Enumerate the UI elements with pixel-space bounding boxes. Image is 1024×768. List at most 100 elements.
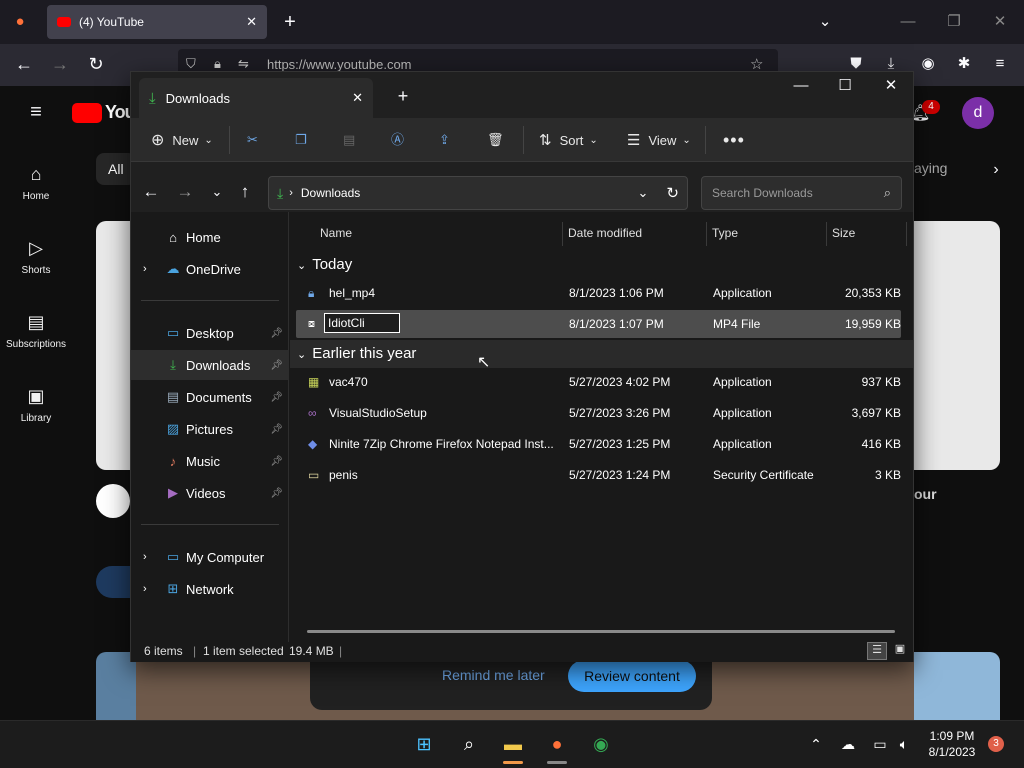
copy-icon[interactable]: ❐ xyxy=(295,128,307,152)
details-view-icon[interactable]: ☰ xyxy=(867,642,887,660)
sort-button[interactable]: ⇅ Sort ⌄ xyxy=(539,128,598,152)
remind-later-button[interactable]: Remind me later xyxy=(442,667,545,683)
file-row[interactable]: ∞ VisualStudioSetup 5/27/2023 3:26 PM Ap… xyxy=(296,399,901,427)
column-header-date[interactable]: Date modified xyxy=(568,226,642,240)
taskbar-clock[interactable]: 1:09 PM 8/1/2023 xyxy=(920,728,984,760)
explorer-new-tab-icon[interactable]: + xyxy=(393,86,413,106)
firefox-icon[interactable]: ● xyxy=(10,12,30,32)
file-row[interactable]: ▭ penis 5/27/2023 1:24 PM Security Certi… xyxy=(296,461,901,489)
close-tab-icon[interactable]: ✕ xyxy=(246,14,257,30)
file-row[interactable]: 🔒︎ hel_mp4 8/1/2023 1:06 PM Application … xyxy=(296,279,901,307)
yt-avatar[interactable]: d xyxy=(962,97,994,129)
column-divider[interactable] xyxy=(562,222,563,246)
youtube-logo[interactable] xyxy=(72,103,102,123)
column-divider[interactable] xyxy=(826,222,827,246)
notification-center-badge[interactable]: 3 xyxy=(988,736,1004,752)
nav-item-home[interactable]: ⌂ Home xyxy=(131,222,289,252)
column-divider[interactable] xyxy=(906,222,907,246)
minimize-window-icon[interactable]: — xyxy=(898,12,918,32)
reload-icon[interactable]: ↻ xyxy=(86,54,106,74)
column-header-type[interactable]: Type xyxy=(712,226,738,240)
column-header-name[interactable]: Name xyxy=(320,226,352,240)
close-tab-icon[interactable]: ✕ xyxy=(352,90,363,106)
yt-card-right[interactable] xyxy=(914,221,1000,470)
account-icon[interactable]: ◉ xyxy=(918,54,938,74)
forward-arrow-icon[interactable]: → xyxy=(50,54,70,74)
expand-chevron-icon[interactable]: › xyxy=(143,551,147,563)
search-icon[interactable]: ⌕ xyxy=(884,185,891,201)
nav-item-downloads[interactable]: ⤓ Downloads 📌︎ xyxy=(131,350,289,380)
group-header-today[interactable]: ⌄ Today xyxy=(297,256,352,273)
delete-trash-icon[interactable]: 🗑︎ xyxy=(487,128,504,152)
column-divider[interactable] xyxy=(706,222,707,246)
nav-item-pictures[interactable]: ▨ Pictures 📌︎ xyxy=(131,414,289,444)
search-icon[interactable]: ⌕ xyxy=(455,730,483,758)
yt-thumbnail-right[interactable] xyxy=(914,652,1000,720)
new-tab-icon[interactable]: + xyxy=(280,12,300,32)
restore-window-icon[interactable]: ❐ xyxy=(944,12,964,32)
lock-icon[interactable]: 🔒︎ xyxy=(214,56,221,72)
yt-chip-partial[interactable]: aying xyxy=(914,160,947,176)
explorer-close-icon[interactable]: ✕ xyxy=(881,76,901,96)
rename-input[interactable]: IdiotCli xyxy=(324,313,400,333)
youtube-menu-icon[interactable]: ≡ xyxy=(24,102,48,122)
nav-item-videos[interactable]: ▶ Videos 📌︎ xyxy=(131,478,289,508)
view-button[interactable]: ☰ View ⌄ xyxy=(627,128,691,152)
back-arrow-icon[interactable]: ← xyxy=(141,182,161,202)
explorer-maximize-icon[interactable]: ☐ xyxy=(835,76,855,96)
nav-item-documents[interactable]: ▤ Documents 📌︎ xyxy=(131,382,289,412)
review-content-button[interactable]: Review content xyxy=(568,660,696,692)
search-input[interactable]: Search Downloads ⌕ xyxy=(701,176,902,210)
show-hidden-icons-chevron-up-icon[interactable]: ⌃ xyxy=(802,730,830,758)
nav-item-music[interactable]: ♪ Music 📌︎ xyxy=(131,446,289,476)
nav-item-onedrive[interactable]: › ☁ OneDrive xyxy=(131,254,289,284)
yt-sidebar-home[interactable]: ⌂ Home xyxy=(0,164,72,202)
address-bar[interactable]: ⤓ › Downloads ⌄ ↻ xyxy=(268,176,688,210)
chrome-avatar[interactable] xyxy=(96,484,130,518)
nav-item-desktop[interactable]: ▭ Desktop 📌︎ xyxy=(131,318,289,348)
up-arrow-icon[interactable]: ↑ xyxy=(235,182,255,202)
volume-icon[interactable]: 🔈︎ xyxy=(890,730,918,758)
explorer-minimize-icon[interactable]: — xyxy=(791,76,811,96)
browser-tab-youtube[interactable]: (4) YouTube ✕ xyxy=(47,5,267,39)
horizontal-scrollbar[interactable] xyxy=(307,630,895,633)
yt-sidebar-subscriptions[interactable]: ▤ Subscriptions xyxy=(0,312,72,350)
list-tabs-chevron-down-icon[interactable]: ⌄ xyxy=(815,12,835,32)
file-row-selected[interactable]: ⧇ IdiotCli 8/1/2023 1:07 PM MP4 File 19,… xyxy=(296,310,901,338)
chips-chevron-right-icon[interactable]: › xyxy=(986,160,1006,180)
file-row[interactable]: ◆ Ninite 7Zip Chrome Firefox Notepad Ins… xyxy=(296,430,901,458)
explorer-tab-downloads[interactable]: ⤓ Downloads ✕ xyxy=(139,78,373,118)
nav-item-network[interactable]: › ⊞ Network xyxy=(131,574,289,604)
address-history-chevron-down-icon[interactable]: ⌄ xyxy=(638,185,649,201)
expand-chevron-icon[interactable]: › xyxy=(143,583,147,595)
column-header-size[interactable]: Size xyxy=(832,226,855,240)
recent-locations-chevron-down-icon[interactable]: ⌄ xyxy=(207,182,227,202)
cut-icon[interactable]: ✂ xyxy=(247,128,258,152)
back-arrow-icon[interactable]: ← xyxy=(14,54,34,74)
more-options-icon[interactable]: ••• xyxy=(723,128,745,152)
breadcrumb-downloads[interactable]: Downloads xyxy=(301,186,360,200)
close-window-icon[interactable]: ✕ xyxy=(990,12,1010,32)
yt-thumbnail-left[interactable] xyxy=(96,652,136,720)
file-explorer-icon[interactable]: ▬ xyxy=(499,730,527,758)
paste-icon[interactable]: ▤ xyxy=(343,128,355,152)
share-icon[interactable]: ⇪ xyxy=(439,128,450,152)
nav-item-my-computer[interactable]: › ▭ My Computer xyxy=(131,542,289,572)
shield-icon[interactable]: ⛉ xyxy=(186,56,196,72)
permissions-icon[interactable]: ⇋ xyxy=(238,56,249,72)
chrome-icon[interactable]: ◉ xyxy=(587,730,615,758)
refresh-icon[interactable]: ↻ xyxy=(666,184,679,202)
file-row[interactable]: ▦ vac470 5/27/2023 4:02 PM Application 9… xyxy=(296,368,901,396)
extensions-icon[interactable]: ✱ xyxy=(954,54,974,74)
cloud-sync-icon[interactable]: ☁ xyxy=(834,730,862,758)
menu-hamburger-icon[interactable]: ≡ xyxy=(990,54,1010,74)
yt-sidebar-shorts[interactable]: ▷ Shorts xyxy=(0,238,72,276)
new-button[interactable]: ⊕ New ⌄ xyxy=(151,128,213,152)
start-windows-icon[interactable]: ⊞ xyxy=(410,730,438,758)
url-text[interactable]: https://www.youtube.com xyxy=(267,57,412,72)
tiles-view-icon[interactable]: ▣ xyxy=(890,642,910,660)
group-header-earlier[interactable]: ⌄ Earlier this year xyxy=(297,345,416,362)
rename-icon[interactable]: Ⓐ xyxy=(391,128,404,152)
yt-sidebar-library[interactable]: ▣ Library xyxy=(0,386,72,424)
expand-chevron-icon[interactable]: › xyxy=(143,263,147,275)
